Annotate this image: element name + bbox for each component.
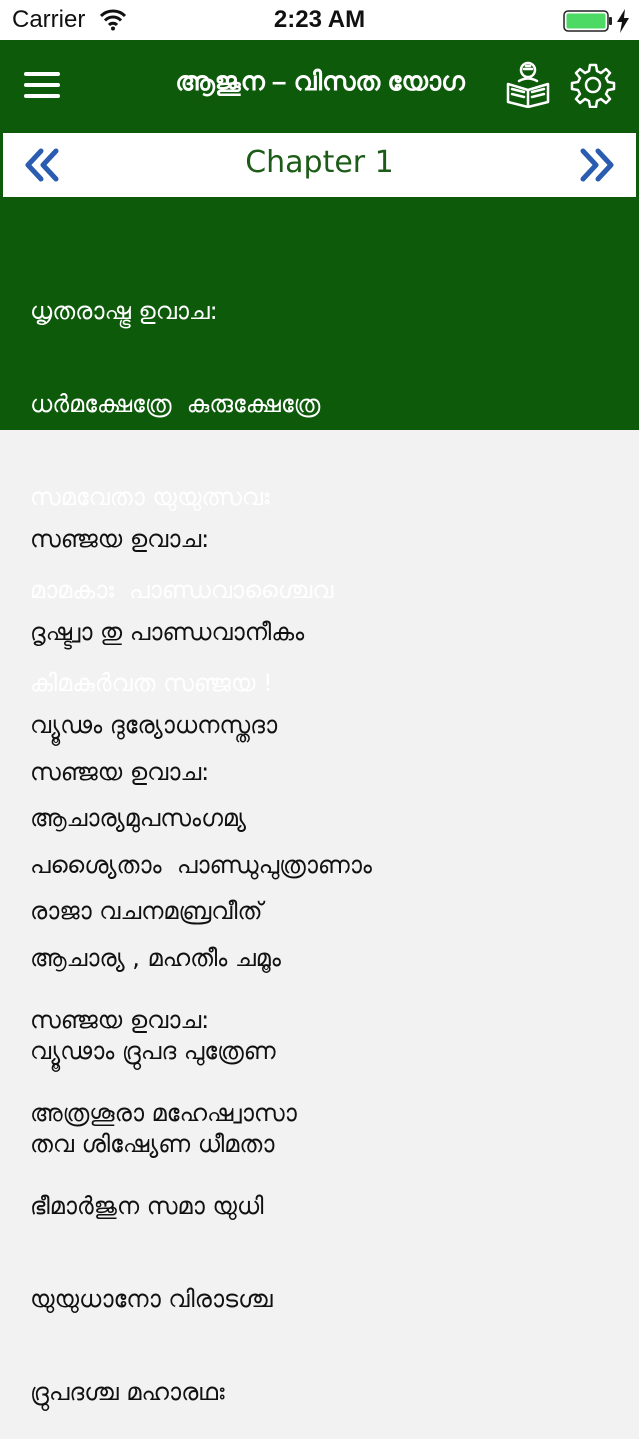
status-time: 2:23 AM [273, 6, 366, 33]
verse-item[interactable]: സഞ്ജയ ഉവാച: അത്രശൂരാ മഹേഷ്വാസാ ഭീമാർജുന … [0, 943, 639, 1439]
verse-line: ധർമക്ഷേത്രേ കുരുക്ഷേത്രേ [30, 390, 321, 418]
double-chevron-right-icon[interactable] [576, 147, 616, 183]
verse-line: സഞ്ജയ ഉവാച: [30, 525, 210, 553]
verse-line: അത്രശൂരാ മഹേഷ്വാസാ [30, 1099, 297, 1127]
chapter-title: Chapter 1 [245, 145, 394, 180]
chapter-selector-panel: Chapter 1 [3, 133, 636, 197]
verse-line: യുയുധാനോ വിരാടശ്ച [30, 1285, 273, 1313]
verse-line: സഞ്ജയ ഉവാച: [30, 758, 210, 786]
page-title: ആജൂന – വിസത യോഗ [175, 66, 465, 96]
verse-line: ഭീമാർജുന സമാ യുധി [30, 1192, 264, 1220]
hamburger-menu-icon[interactable] [24, 70, 60, 100]
gear-icon[interactable] [570, 62, 616, 108]
chapter-selector: Chapter 1 [0, 130, 639, 202]
navigation-bar: ആജൂന – വിസത യോഗ [0, 40, 639, 130]
verse-line: ദ്രുപദശ്ച മഹാരഥഃ [30, 1378, 225, 1406]
charging-bolt-icon [617, 9, 629, 33]
verse-highlighted[interactable]: ധൃതരാഷ്ട്ര ഉവാച: ധർമക്ഷേത്രേ കുരുക്ഷേത്ര… [0, 202, 639, 697]
battery-icon [563, 10, 612, 32]
status-bar: Carrier 2:23 AM [0, 0, 639, 40]
verse-line: ദൃഷ്ട്വാ തു പാണ്ഡവാനീകം [30, 618, 305, 646]
verse-line: പശ്യൈതാം പാണ്ഡുപുത്രാണാം [30, 851, 372, 879]
reading-book-icon[interactable] [505, 60, 551, 108]
verse-line: സഞ്ജയ ഉവാച: [30, 1006, 210, 1034]
verse-line: ധൃതരാഷ്ട്ര ഉവാച: [30, 297, 218, 325]
